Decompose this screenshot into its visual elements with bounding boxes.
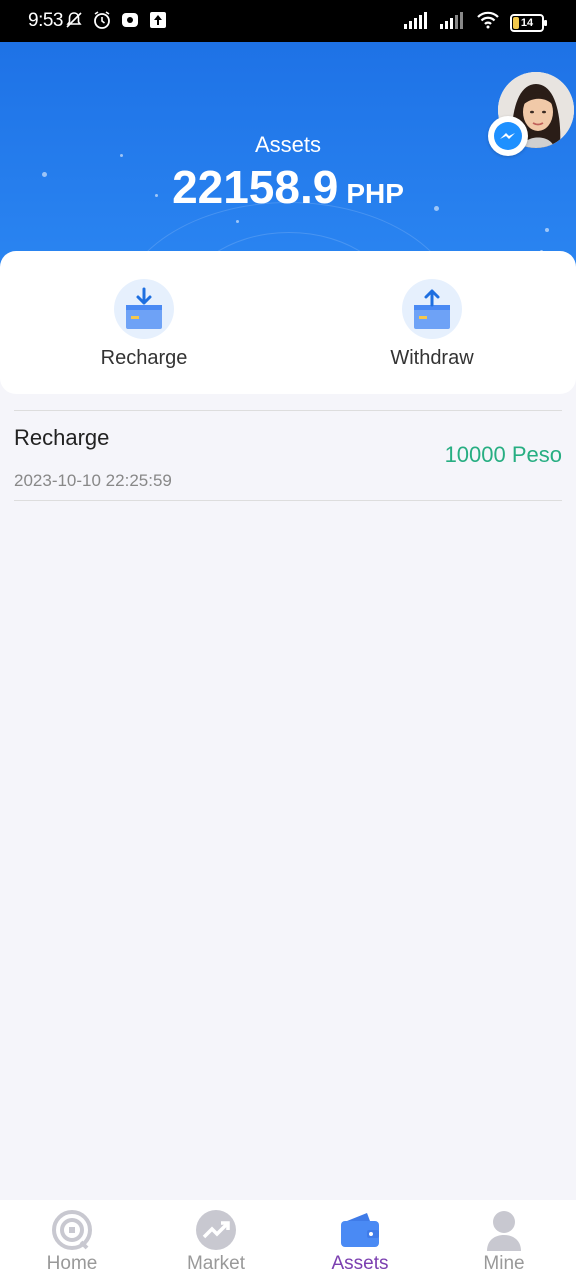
transaction-row[interactable]: Recharge 2023-10-10 22:25:59 10000 Peso [14, 410, 562, 501]
recharge-icon [114, 279, 174, 339]
battery-icon: 14 [510, 13, 547, 32]
record-icon [120, 10, 140, 30]
wallet-icon [338, 1208, 382, 1252]
tab-mine-label: Mine [483, 1253, 525, 1274]
messenger-icon[interactable] [488, 116, 528, 156]
bottom-tab-bar: Home Market Assets Mine [0, 1200, 576, 1280]
withdraw-icon [402, 279, 462, 339]
upload-icon [148, 10, 168, 30]
status-time: 9:53 [28, 10, 63, 31]
alarm-icon [92, 10, 112, 30]
tab-mine[interactable]: Mine [432, 1200, 576, 1280]
signal-2-icon [440, 11, 466, 34]
transaction-amount: 10000 Peso [444, 442, 562, 467]
home-icon [50, 1208, 94, 1252]
tab-market-label: Market [186, 1253, 246, 1274]
tab-assets-label: Assets [331, 1253, 389, 1274]
assets-header: Assets 22158.9 PHP [0, 42, 576, 282]
signal-icon [404, 11, 430, 34]
wifi-icon [476, 11, 500, 34]
user-icon [482, 1208, 526, 1252]
withdraw-button[interactable]: Withdraw [288, 251, 576, 394]
tab-market[interactable]: Market [144, 1200, 288, 1280]
recharge-button[interactable]: Recharge [0, 251, 288, 394]
assets-amount: 22158.9 PHP [0, 160, 576, 214]
actions-card: Recharge Withdraw [0, 251, 576, 394]
transaction-title: Recharge [14, 425, 110, 450]
tab-assets[interactable]: Assets [288, 1200, 432, 1280]
transaction-date: 2023-10-10 22:25:59 [14, 471, 172, 490]
market-icon [194, 1208, 238, 1252]
withdraw-label: Withdraw [390, 347, 474, 369]
assets-value: 22158.9 [172, 161, 339, 213]
battery-level: 14 [520, 16, 534, 29]
tab-home[interactable]: Home [0, 1200, 144, 1280]
recharge-label: Recharge [100, 347, 188, 369]
notifications-off-icon [64, 10, 84, 30]
status-bar: 9:53 14 [0, 0, 576, 42]
tab-home-label: Home [46, 1253, 98, 1274]
assets-currency: PHP [346, 178, 404, 209]
